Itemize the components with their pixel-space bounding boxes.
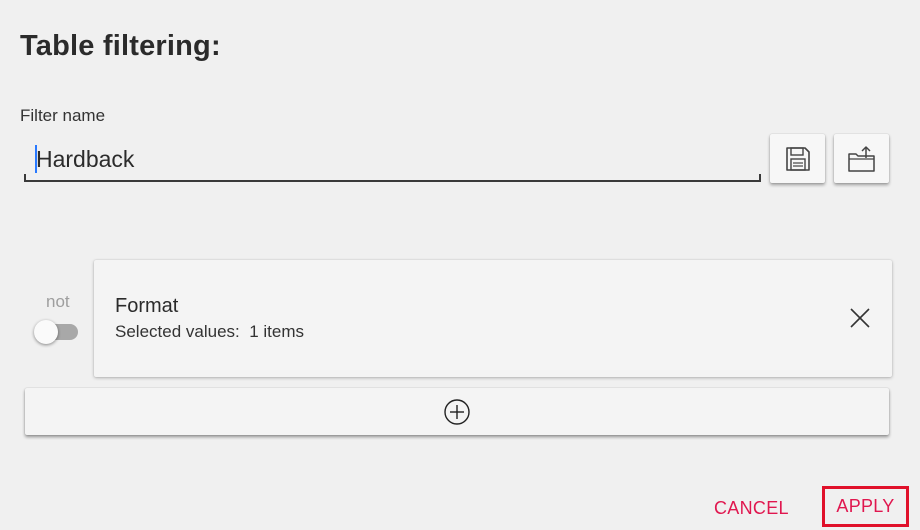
export-filter-button[interactable] bbox=[834, 134, 889, 183]
not-toggle-label: not bbox=[46, 292, 70, 311]
cancel-button[interactable]: CANCEL bbox=[714, 498, 789, 519]
filter-field-name: Format bbox=[115, 295, 179, 317]
not-toggle[interactable] bbox=[34, 320, 80, 344]
remove-filter-button[interactable] bbox=[848, 306, 872, 330]
input-underline-right bbox=[759, 174, 761, 182]
dialog-title: Table filtering: bbox=[20, 30, 221, 62]
input-underline-left bbox=[24, 174, 26, 182]
filter-name-value: Hardback bbox=[36, 146, 135, 172]
save-filter-button[interactable] bbox=[770, 134, 825, 183]
add-circle-icon bbox=[444, 398, 470, 425]
add-filter-button[interactable] bbox=[25, 388, 889, 435]
apply-button[interactable]: APPLY bbox=[836, 496, 894, 517]
export-folder-icon bbox=[847, 145, 875, 172]
apply-highlight-box: APPLY bbox=[822, 486, 909, 527]
toggle-thumb bbox=[34, 320, 58, 344]
close-icon bbox=[850, 308, 870, 328]
filter-name-input[interactable]: Hardback bbox=[24, 140, 761, 182]
filter-item-card[interactable]: Format Selected values: 1 items bbox=[94, 260, 892, 377]
filter-name-label: Filter name bbox=[20, 106, 106, 125]
filter-selected-values: Selected values: 1 items bbox=[115, 322, 304, 341]
floppy-disk-icon bbox=[785, 146, 810, 171]
